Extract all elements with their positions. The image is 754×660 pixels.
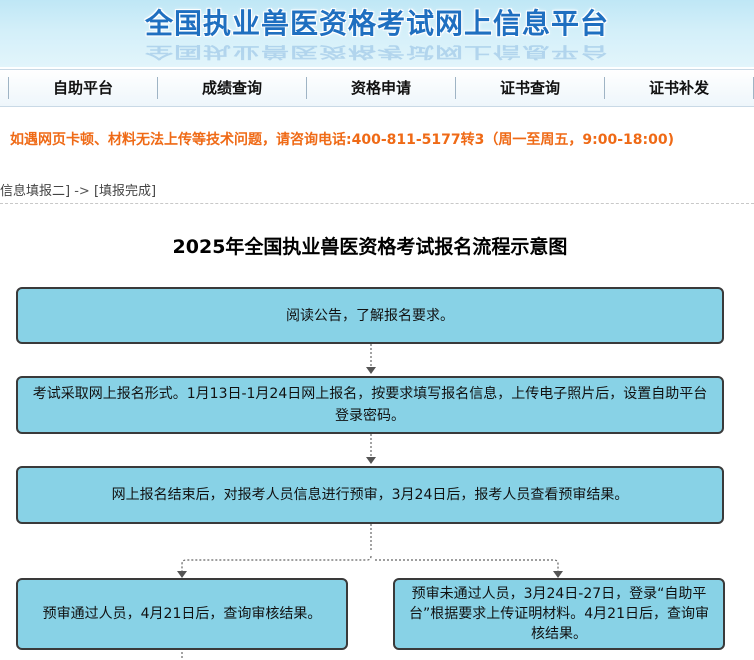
flow-step-3-text: 网上报名结束后，对报考人员信息进行预审，3月24日后，报考人员查看预审结果。 [111, 487, 629, 503]
flow-step-4a-text: 预审通过人员，4月21日后，查询审核结果。 [42, 606, 322, 622]
flow-step-1: 阅读公告，了解报名要求。 [16, 287, 724, 344]
arrowhead-2 [366, 457, 376, 464]
flow-step-4b-text: 预审未通过人员，3月24日-27日，登录“自助平台”根据要求上传证明材料。4月2… [409, 586, 709, 642]
flow-step-4b-failed: 预审未通过人员，3月24日-27日，登录“自助平台”根据要求上传证明材料。4月2… [393, 578, 725, 650]
arrowhead-left [177, 571, 187, 578]
connector-branch [181, 524, 559, 572]
arrowhead-1 [366, 367, 376, 374]
flow-step-3: 网上报名结束后，对报考人员信息进行预审，3月24日后，报考人员查看预审结果。 [16, 466, 724, 524]
flow-step-4a-passed: 预审通过人员，4月21日后，查询审核结果。 [16, 578, 348, 650]
flow-step-1-text: 阅读公告，了解报名要求。 [286, 307, 454, 324]
flow-step-2-text: 考试采取网上报名形式。1月13日-1月24日网上报名，按要求填写报名信息，上传电… [32, 386, 708, 424]
flow-step-2: 考试采取网上报名形式。1月13日-1月24日网上报名，按要求填写报名信息，上传电… [16, 376, 724, 434]
arrowhead-right [553, 571, 563, 578]
